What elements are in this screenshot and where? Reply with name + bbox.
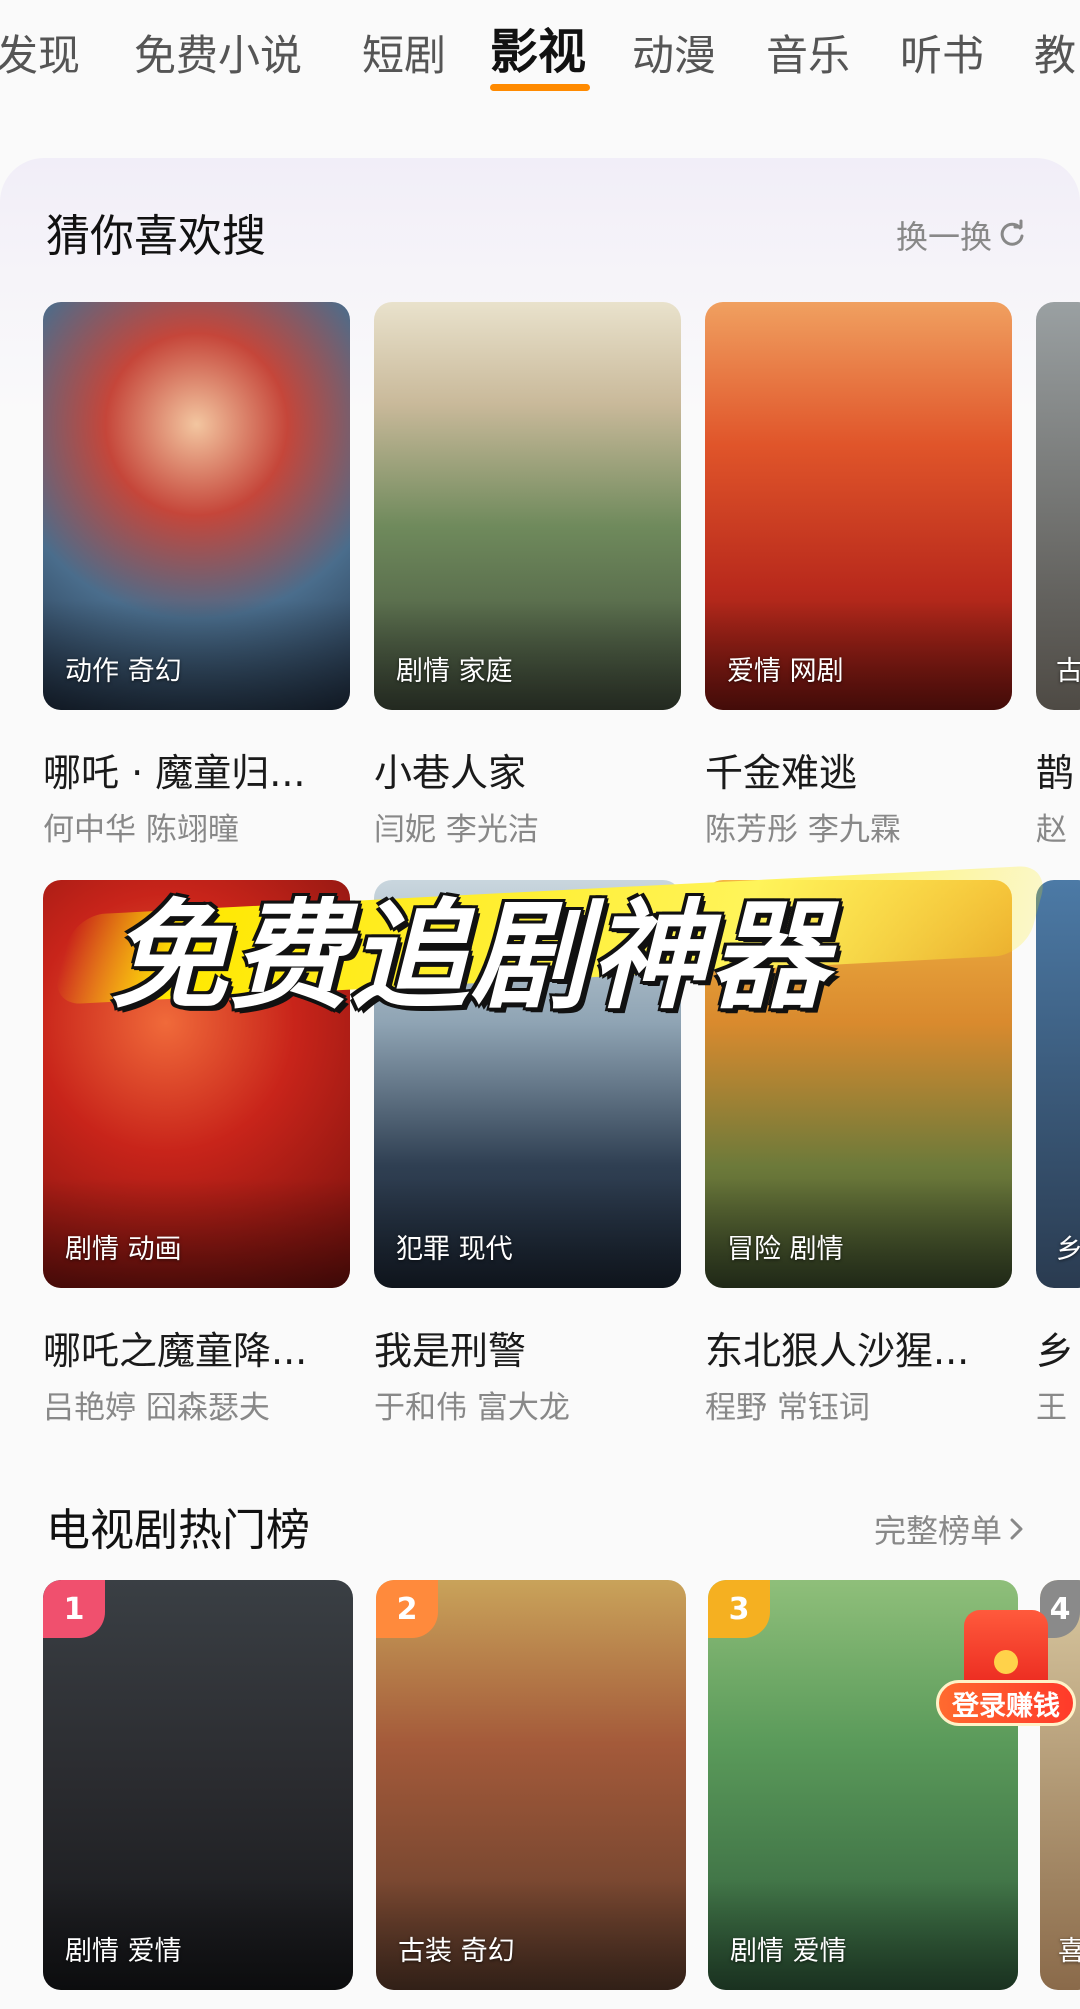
item-title[interactable]: 鹊 [1036, 742, 1080, 797]
item-title[interactable]: 东北狠人沙猩... [705, 1320, 1005, 1375]
poster-genre-tag: 犯罪 现代 [396, 1234, 513, 1265]
item-title[interactable]: 我是刑警 [374, 1320, 674, 1375]
tab-movies-tv[interactable]: 影视 [490, 22, 586, 82]
poster-genre-tag: 喜 [1058, 1936, 1080, 1967]
item-cast: 于和伟 富大龙 [374, 1390, 570, 1426]
item-title[interactable]: 乡 [1036, 1320, 1080, 1375]
poster-xiaoxiang-renjia[interactable]: 剧情 家庭 [374, 302, 681, 710]
rank-badge: 2 [376, 1580, 438, 1638]
banner-text: 免费追剧神器 [110, 887, 831, 1025]
item-title[interactable]: 哪吒 · 魔童归... [43, 742, 343, 797]
poster-partial-4[interactable]: 古 [1036, 302, 1080, 710]
chevron-right-icon [1010, 1518, 1023, 1540]
poster-genre-tag: 冒险 剧情 [727, 1234, 844, 1265]
poster-genre-tag: 剧情 爱情 [65, 1936, 182, 1967]
poster-genre-tag: 古 [1056, 656, 1080, 687]
section-title-hot: 电视剧热门榜 [46, 1505, 310, 1556]
active-tab-indicator [490, 84, 590, 91]
item-title[interactable]: 哪吒之魔童降... [43, 1320, 343, 1375]
rank-badge: 3 [708, 1580, 770, 1638]
tab-discover[interactable]: 发现 [0, 26, 80, 86]
section-title-guess: 猜你喜欢搜 [44, 200, 266, 264]
rank-badge: 1 [43, 1580, 105, 1638]
hot-poster-2[interactable]: 2 古装 奇幻 [376, 1580, 686, 1990]
refresh-button[interactable]: 换一换 [896, 212, 1028, 258]
tab-education[interactable]: 教 [1034, 26, 1076, 86]
section-title-text: 猜你喜欢搜 [46, 211, 266, 262]
poster-genre-tag: 乡 [1056, 1234, 1080, 1265]
refresh-icon [1000, 219, 1024, 246]
poster-qianjin-nantao[interactable]: 爱情 网剧 [705, 302, 1012, 710]
poster-genre-tag: 剧情 家庭 [396, 656, 513, 687]
poster-genre-tag: 剧情 爱情 [730, 1936, 847, 1967]
login-reward-button[interactable]: 登录赚钱 [936, 1610, 1076, 1748]
tab-short-drama[interactable]: 短剧 [362, 26, 446, 86]
item-title[interactable]: 千金难逃 [705, 742, 1005, 797]
tab-music[interactable]: 音乐 [766, 26, 850, 86]
hot-poster-1[interactable]: 1 剧情 爱情 [43, 1580, 353, 1990]
tab-free-novels[interactable]: 免费小说 [134, 26, 302, 86]
poster-genre-tag: 剧情 动画 [65, 1234, 182, 1265]
poster-genre-tag: 爱情 网剧 [727, 656, 844, 687]
item-cast: 王 [1036, 1390, 1067, 1426]
full-chart-link[interactable]: 完整榜单 [874, 1506, 1028, 1552]
refresh-label: 换一换 [896, 218, 993, 256]
login-reward-label: 登录赚钱 [936, 1680, 1076, 1726]
tab-audiobooks[interactable]: 听书 [900, 26, 984, 86]
category-tab-bar: 发现 免费小说 短剧 影视 动漫 音乐 听书 教 [0, 0, 1080, 110]
full-chart-label: 完整榜单 [874, 1512, 1003, 1550]
tab-anime[interactable]: 动漫 [632, 26, 716, 86]
poster-nezha-return[interactable]: 动作 奇幻 [43, 302, 350, 710]
poster-genre-tag: 动作 奇幻 [65, 656, 182, 687]
item-cast: 程野 常钰词 [705, 1390, 870, 1426]
poster-genre-tag: 古装 奇幻 [398, 1936, 515, 1967]
item-cast: 吕艳婷 囧森瑟夫 [43, 1390, 270, 1426]
item-title[interactable]: 小巷人家 [374, 742, 674, 797]
promo-banner: 免费追剧神器 [30, 830, 1050, 1030]
